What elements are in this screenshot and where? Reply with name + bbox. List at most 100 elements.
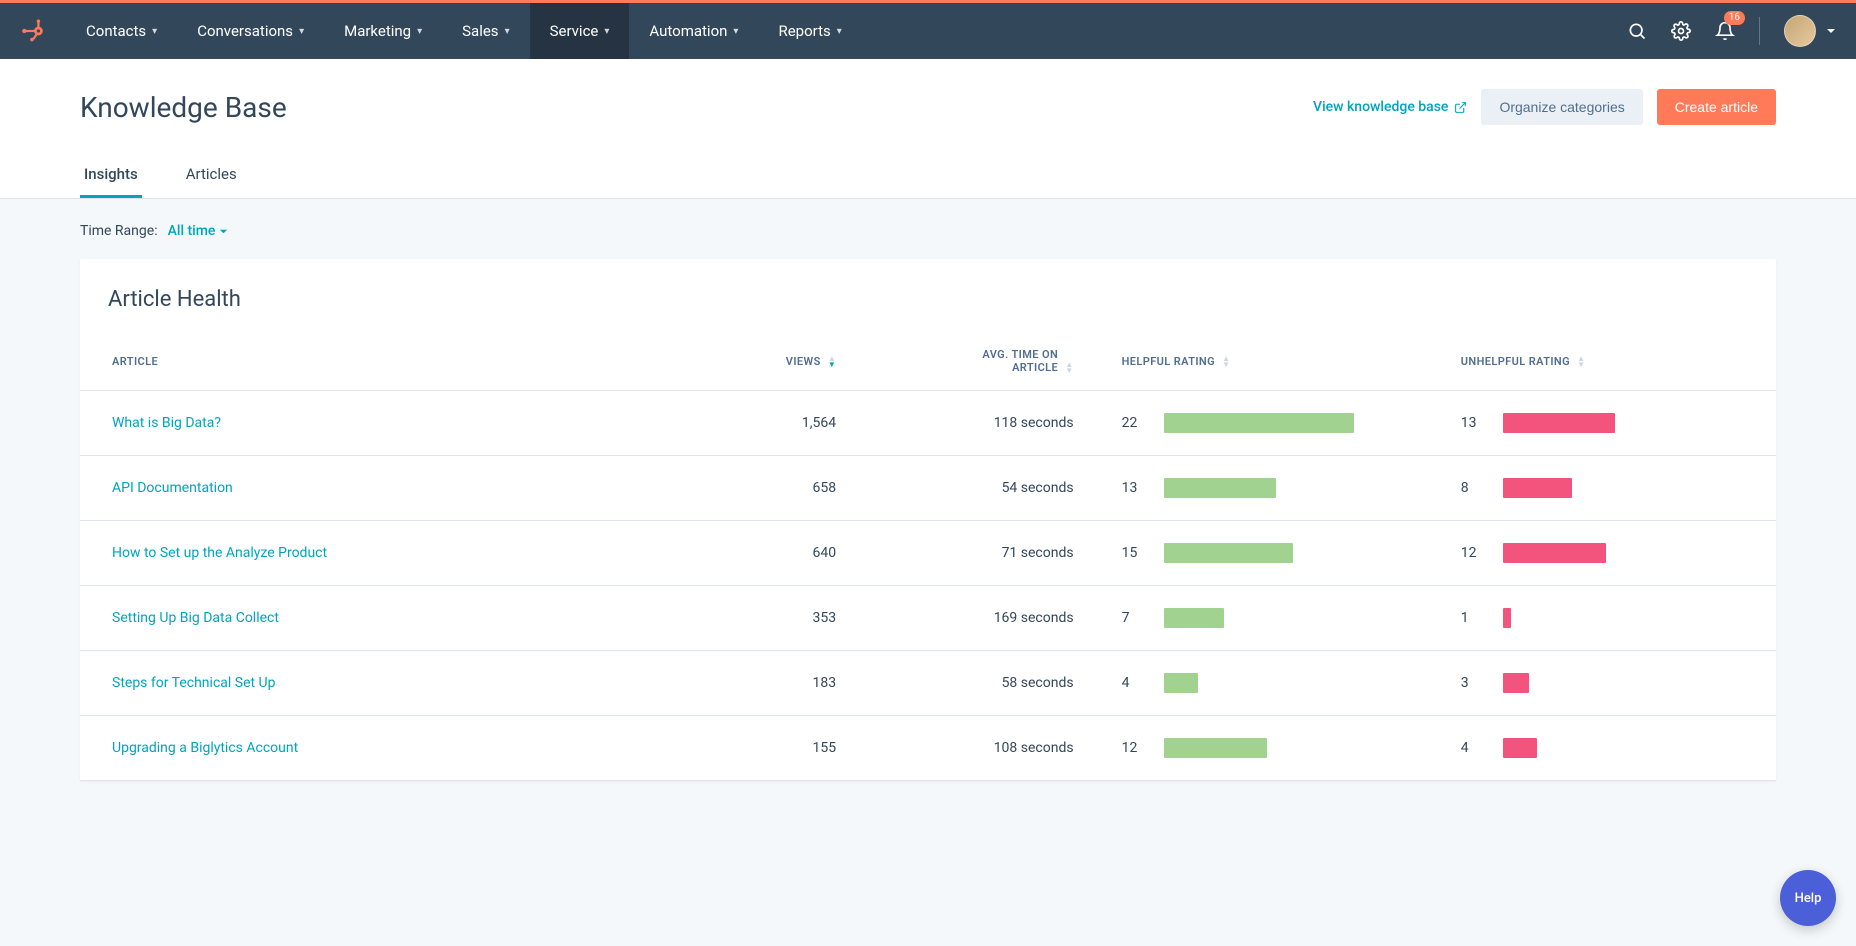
sort-indicator: ▲▼ [1577,356,1585,368]
user-menu[interactable] [1784,15,1836,47]
article-link[interactable]: How to Set up the Analyze Product [112,545,327,561]
caret-down-icon: ▾ [733,26,738,37]
gear-icon[interactable] [1671,21,1691,41]
unhelpful-bar [1503,673,1529,693]
col-unhelpful[interactable]: UNHELPFUL RATING ▲▼ [1437,332,1776,391]
help-label: Help [1795,891,1822,906]
chevron-down-icon [1826,26,1836,36]
unhelpful-bar [1503,543,1607,563]
cell-article: How to Set up the Analyze Product [80,521,691,586]
unhelpful-bar [1503,478,1572,498]
help-button[interactable]: Help [1780,870,1836,926]
cell-unhelpful: 1 [1437,586,1776,651]
cell-helpful: 12 [1098,716,1437,781]
table-row: API Documentation65854 seconds138 [80,456,1776,521]
nav-item-contacts[interactable]: Contacts▾ [66,3,177,59]
cell-views: 155 [691,716,861,781]
helpful-bar [1164,738,1268,758]
table-row: What is Big Data? 1,564118 seconds2213 [80,391,1776,456]
avatar [1784,15,1816,47]
table-row: Upgrading a Biglytics Account 155108 seco… [80,716,1776,781]
page-title: Knowledge Base [80,91,287,124]
sort-indicator: ▲▼ [1065,362,1073,374]
helpful-bar [1164,413,1354,433]
time-range-value: All time [168,223,216,239]
notification-badge: 16 [1724,11,1745,25]
nav-item-sales[interactable]: Sales▾ [442,3,529,59]
cell-article: Upgrading a Biglytics Account [80,716,691,781]
caret-down-icon: ▾ [152,26,157,37]
cell-article: Steps for Technical Set Up [80,651,691,716]
col-avg-time[interactable]: AVG. TIME ON ARTICLE ▲▼ [860,332,1097,391]
col-views[interactable]: VIEWS ▲▼ [691,332,861,391]
cell-article: Setting Up Big Data Collect [80,586,691,651]
nav-item-service[interactable]: Service▾ [530,3,630,59]
cell-time: 58 seconds [860,651,1097,716]
col-article[interactable]: ARTICLE [80,332,691,391]
cell-unhelpful: 8 [1437,456,1776,521]
caret-down-icon: ▾ [417,26,422,37]
article-link[interactable]: Setting Up Big Data Collect [112,610,279,626]
caret-down-icon: ▾ [837,26,842,37]
cell-time: 108 seconds [860,716,1097,781]
article-health-card: Article Health ARTICLE VIEWS ▲▼ AVG. TIM… [80,259,1776,781]
external-link-icon [1454,101,1467,114]
article-link[interactable]: API Documentation [112,480,233,496]
cell-helpful: 22 [1098,391,1437,456]
cell-helpful: 7 [1098,586,1437,651]
cell-helpful: 15 [1098,521,1437,586]
nav-item-conversations[interactable]: Conversations▾ [177,3,324,59]
nav-item-reports[interactable]: Reports▾ [758,3,861,59]
nav-item-automation[interactable]: Automation▾ [629,3,758,59]
helpful-bar [1164,608,1224,628]
cell-unhelpful: 4 [1437,716,1776,781]
article-link[interactable]: What is Big Data? [112,415,221,431]
cell-unhelpful: 12 [1437,521,1776,586]
caret-down-icon [219,227,228,236]
cell-helpful: 4 [1098,651,1437,716]
filter-row: Time Range: All time [80,223,1776,239]
article-link[interactable]: Steps for Technical Set Up [112,675,276,691]
sort-indicator: ▲▼ [1222,356,1230,368]
organize-categories-button[interactable]: Organize categories [1481,89,1642,125]
table-row: Steps for Technical Set Up 18358 seconds4… [80,651,1776,716]
cell-time: 118 seconds [860,391,1097,456]
cell-views: 183 [691,651,861,716]
article-link[interactable]: Upgrading a Biglytics Account [112,740,298,756]
caret-down-icon: ▾ [299,26,304,37]
helpful-bar [1164,673,1199,693]
hubspot-logo-icon[interactable] [20,18,46,44]
cell-time: 169 seconds [860,586,1097,651]
cell-article: What is Big Data? [80,391,691,456]
cell-article: API Documentation [80,456,691,521]
bell-icon[interactable]: 16 [1715,21,1735,41]
caret-down-icon: ▾ [604,26,609,37]
cell-views: 1,564 [691,391,861,456]
cell-unhelpful: 13 [1437,391,1776,456]
col-helpful[interactable]: HELPFUL RATING ▲▼ [1098,332,1437,391]
cell-time: 71 seconds [860,521,1097,586]
time-range-dropdown[interactable]: All time [168,223,229,239]
sort-indicator: ▲▼ [828,356,836,368]
view-kb-link[interactable]: View knowledge base [1313,99,1467,115]
view-kb-label: View knowledge base [1313,99,1448,115]
unhelpful-bar [1503,608,1512,628]
unhelpful-bar [1503,413,1615,433]
cell-views: 640 [691,521,861,586]
tab-articles[interactable]: Articles [182,153,241,198]
article-health-table: ARTICLE VIEWS ▲▼ AVG. TIME ON ARTICLE ▲▼… [80,332,1776,781]
create-article-button[interactable]: Create article [1657,89,1776,125]
cell-views: 658 [691,456,861,521]
helpful-bar [1164,478,1276,498]
tab-insights[interactable]: Insights [80,153,142,198]
filter-label: Time Range: [80,223,158,239]
main-navbar: Contacts▾Conversations▾Marketing▾Sales▾S… [0,3,1856,59]
separator [1759,17,1760,45]
unhelpful-bar [1503,738,1538,758]
table-row: How to Set up the Analyze Product 64071 s… [80,521,1776,586]
nav-item-marketing[interactable]: Marketing▾ [324,3,442,59]
search-icon[interactable] [1627,21,1647,41]
card-title: Article Health [80,287,1776,332]
caret-down-icon: ▾ [505,26,510,37]
cell-time: 54 seconds [860,456,1097,521]
